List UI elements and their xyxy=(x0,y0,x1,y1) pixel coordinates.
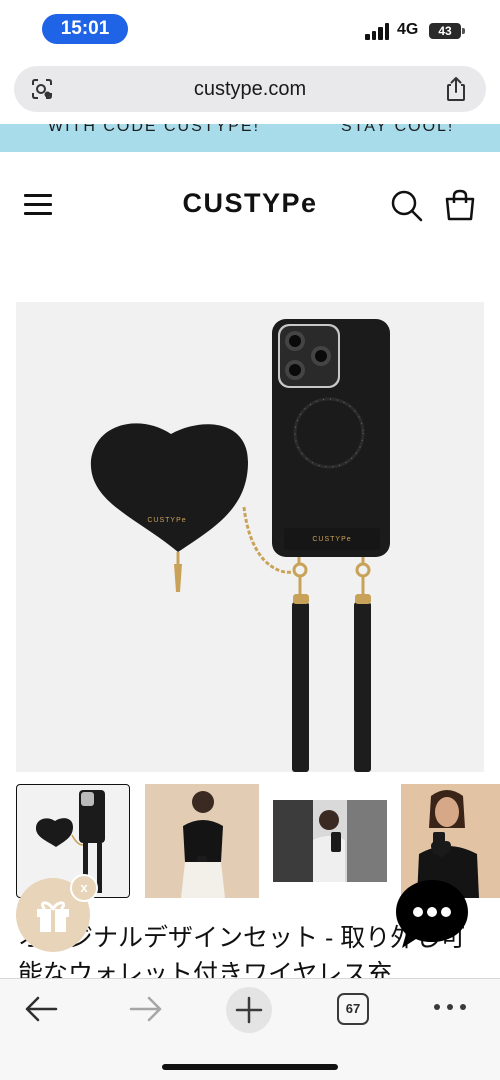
site-logo[interactable]: CUSTYPe xyxy=(150,188,350,219)
menu-icon[interactable] xyxy=(24,193,54,217)
share-icon[interactable] xyxy=(444,76,468,102)
status-bar: 15:01 4G 43 xyxy=(0,0,500,60)
thumbnail-model-1[interactable] xyxy=(145,784,259,898)
gift-icon xyxy=(37,901,69,932)
signal-icon xyxy=(365,22,391,40)
thumbnail-model-2[interactable] xyxy=(273,784,387,898)
announcement-bar[interactable]: WITH CODE CUSTYPE! STAY COOL! xyxy=(0,124,500,152)
product-illustration: CUSTYPe CUSTYPe xyxy=(90,319,390,772)
new-tab-button[interactable] xyxy=(226,987,272,1033)
announcement-text: WITH CODE CUSTYPE! xyxy=(48,124,261,135)
plus-icon xyxy=(235,996,263,1024)
product-image[interactable]: CUSTYPe CUSTYPe xyxy=(16,302,484,772)
url-text[interactable]: custype.com xyxy=(74,66,426,112)
battery-icon: 43 xyxy=(429,23,461,39)
case-brand-mark: CUSTYPe xyxy=(312,536,351,543)
announcement-text: STAY COOL! xyxy=(341,124,455,135)
cart-icon[interactable] xyxy=(443,188,477,222)
tabs-icon[interactable]: 67 xyxy=(337,993,369,1025)
network-type: 4G xyxy=(397,21,419,38)
address-bar[interactable]: custype.com xyxy=(14,66,486,112)
wallet-brand-mark: CUSTYPe xyxy=(147,517,186,524)
search-icon[interactable] xyxy=(390,189,424,223)
site-header: CUSTYPe xyxy=(0,160,500,250)
back-arrow-icon[interactable] xyxy=(22,993,62,1025)
site-settings-icon[interactable] xyxy=(30,77,54,101)
status-time: 15:01 xyxy=(42,14,128,44)
gift-close-button[interactable]: x xyxy=(70,874,98,902)
more-icon[interactable] xyxy=(430,997,470,1017)
battery-cap xyxy=(462,28,465,34)
chat-icon[interactable] xyxy=(394,876,470,952)
forward-arrow-icon[interactable] xyxy=(125,993,165,1025)
home-indicator xyxy=(162,1064,338,1070)
